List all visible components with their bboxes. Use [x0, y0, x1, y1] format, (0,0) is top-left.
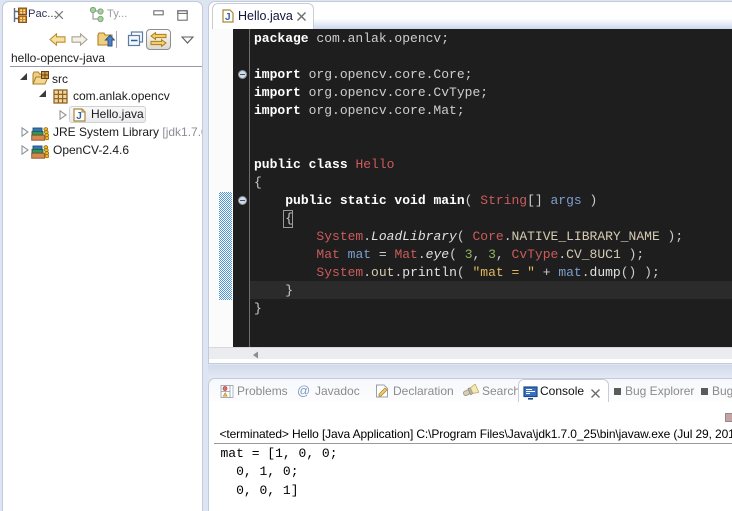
svg-text:J: J: [225, 12, 231, 23]
svg-text:J: J: [76, 111, 82, 122]
